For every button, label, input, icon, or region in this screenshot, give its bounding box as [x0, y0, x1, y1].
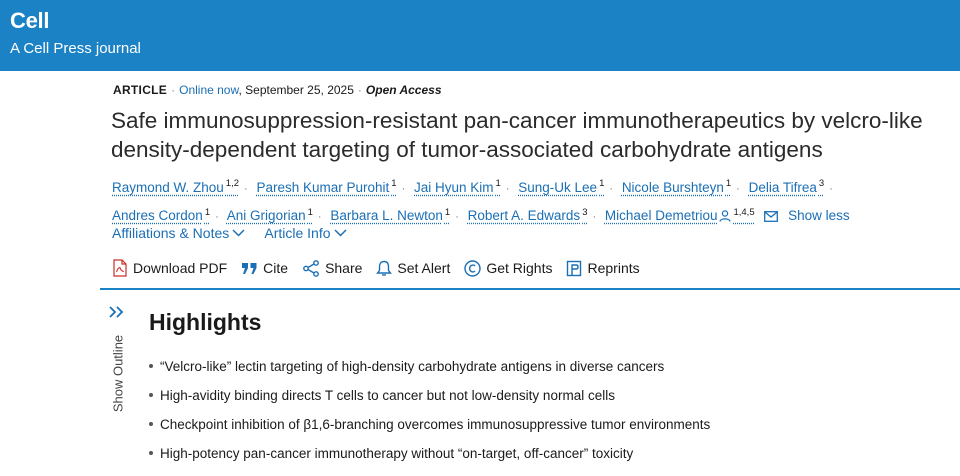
author-list: Raymond W. Zhou 1,2 · Paresh Kumar Purohit…: [112, 178, 850, 224]
show-less-button[interactable]: Show less: [788, 208, 850, 223]
affiliations-notes-toggle[interactable]: Affiliations & Notes: [112, 225, 245, 241]
meta-separator: ·: [357, 83, 362, 97]
pdf-icon: [113, 259, 127, 277]
section-divider: [100, 288, 960, 290]
author-link[interactable]: Nicole Burshteyn 1: [622, 178, 731, 195]
article-meta: ARTICLE · Online now, September 25, 2025 · O…: [113, 83, 442, 97]
reprints-icon: [567, 260, 582, 276]
reprints-label: Reprints: [587, 260, 640, 276]
journal-logo[interactable]: Cell: [10, 8, 49, 34]
journal-subtitle: A Cell Press journal: [10, 40, 141, 57]
share-button[interactable]: Share: [302, 259, 363, 277]
chevron-down-icon: [232, 229, 245, 237]
article-type: ARTICLE: [113, 83, 168, 97]
author-link[interactable]: Robert A. Edwards 3: [468, 207, 588, 224]
meta-separator: ·: [171, 83, 176, 97]
author-link[interactable]: Jai Hyun Kim 1: [414, 178, 501, 195]
author-link[interactable]: Ani Grigorian 1: [227, 207, 313, 224]
bell-icon: [376, 260, 393, 276]
list-item: High-potency pan-cancer immunotherapy wi…: [149, 439, 710, 468]
copyright-icon: [464, 259, 482, 277]
reprints-button[interactable]: Reprints: [566, 260, 640, 277]
publish-date: , September 25, 2025: [238, 83, 354, 97]
article-title: Safe immunosuppression-resistant pan-can…: [111, 108, 923, 162]
author-link[interactable]: Andres Cordon 1: [112, 207, 210, 224]
get-rights-label: Get Rights: [486, 260, 553, 276]
online-now-link[interactable]: Online now: [179, 83, 238, 97]
article-links: Affiliations & Notes Article Info: [112, 225, 363, 241]
chevron-down-icon: [333, 229, 347, 237]
set-alert-label: Set Alert: [397, 260, 451, 276]
list-item: Checkpoint inhibition of β1,6-branching …: [149, 410, 710, 439]
author-link-corresponding[interactable]: Michael Demetriou 1,4,5: [605, 207, 755, 224]
quote-icon: [242, 262, 257, 274]
get-rights-button[interactable]: Get Rights: [464, 259, 553, 277]
email-icon[interactable]: [764, 211, 779, 222]
list-item: High-avidity binding directs T cells to …: [149, 381, 710, 410]
download-pdf-label: Download PDF: [133, 260, 228, 276]
highlights-heading: Highlights: [149, 309, 262, 335]
author-link[interactable]: Barbara L. Newton 1: [330, 207, 450, 224]
author-link[interactable]: Raymond W. Zhou 1,2: [112, 178, 239, 195]
show-outline-label: Show Outline: [110, 334, 126, 413]
highlights-list: “Velcro-like” lectin targeting of high-d…: [149, 352, 710, 468]
share-label: Share: [325, 260, 363, 276]
download-pdf-button[interactable]: Download PDF: [112, 259, 227, 277]
article-info-toggle[interactable]: Article Info: [264, 225, 347, 241]
cite-label: Cite: [263, 260, 289, 276]
share-icon: [303, 259, 319, 277]
set-alert-button[interactable]: Set Alert: [376, 260, 450, 277]
open-access-badge: Open Access: [365, 83, 442, 97]
list-item: “Velcro-like” lectin targeting of high-d…: [149, 352, 710, 381]
article-toolbar: Download PDF Cite Share Set Alert Get Ri…: [112, 259, 654, 277]
show-outline-button[interactable]: Show Outline: [98, 330, 138, 422]
author-link[interactable]: Delia Tifrea 3: [749, 178, 825, 195]
author-link[interactable]: Paresh Kumar Purohit 1: [256, 178, 396, 195]
corresponding-author-icon: [719, 210, 732, 222]
author-link[interactable]: Sung-Uk Lee 1: [518, 178, 604, 195]
double-chevron-right-icon[interactable]: [108, 305, 130, 325]
journal-header: Cell A Cell Press journal: [0, 0, 960, 71]
cite-button[interactable]: Cite: [241, 260, 288, 276]
